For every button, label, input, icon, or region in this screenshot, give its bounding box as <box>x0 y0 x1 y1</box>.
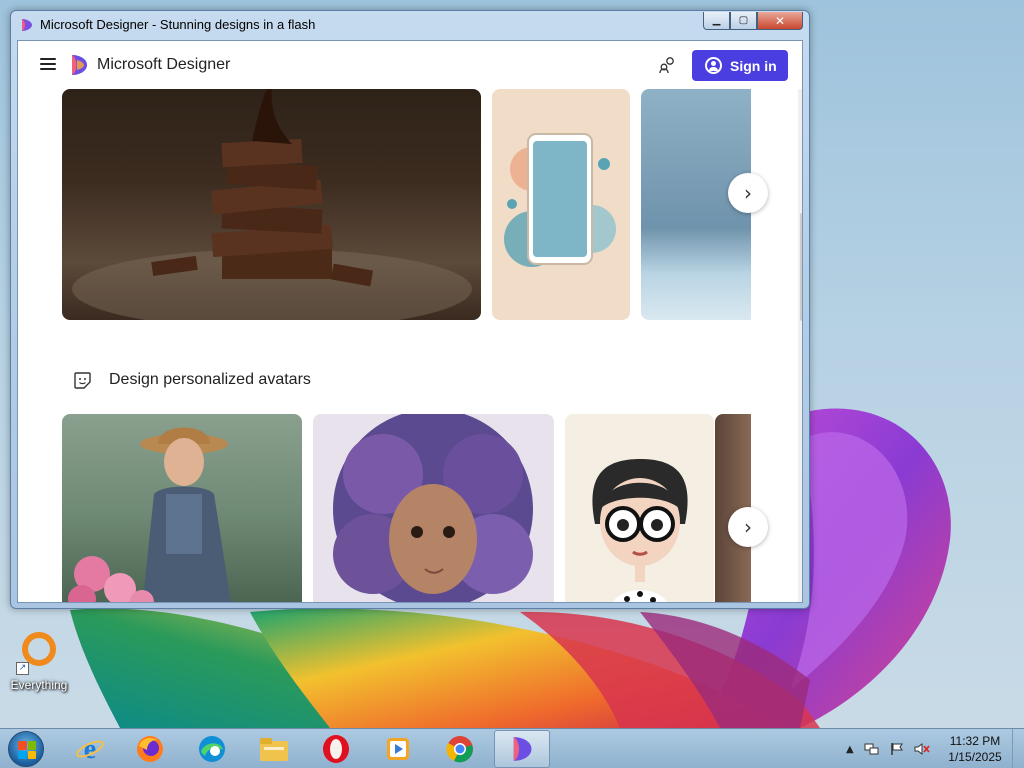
close-button[interactable]: ✕ <box>757 12 803 30</box>
media-player-icon[interactable] <box>370 730 426 768</box>
carousel-next-button-row2[interactable]: › <box>728 507 768 547</box>
shortcut-arrow-icon: ↗ <box>16 662 29 675</box>
scroll-down-arrow-icon[interactable]: ▼ <box>798 588 802 602</box>
window-titlebar[interactable]: Microsoft Designer - Stunning designs in… <box>11 11 809 39</box>
taskbar: e ▲ 11:32 PM 1/15/2025 <box>0 728 1024 768</box>
edge-icon[interactable] <box>184 730 240 768</box>
glasses-cartoon-avatar[interactable] <box>565 414 714 602</box>
desktop-icon-everything[interactable]: ↗ Everything <box>6 632 72 692</box>
page-viewport: Microsoft Designer Sign in › Design pers… <box>17 40 803 603</box>
gardener-woman-avatar[interactable] <box>62 414 302 602</box>
scroll-up-arrow-icon[interactable]: ▲ <box>798 89 802 105</box>
hamburger-menu-icon[interactable] <box>40 58 56 70</box>
system-clock[interactable]: 11:32 PM 1/15/2025 <box>942 733 1008 765</box>
action-center-flag-icon[interactable] <box>890 742 904 756</box>
everything-app-icon <box>22 632 56 666</box>
window-title: Microsoft Designer - Stunning designs in… <box>40 17 316 32</box>
windows-flag-icon <box>18 741 36 759</box>
designer-taskbar-icon[interactable] <box>494 730 550 768</box>
sign-in-button[interactable]: Sign in <box>692 50 788 81</box>
show-hidden-icons-arrow[interactable]: ▲ <box>846 744 854 755</box>
scrollbar-thumb[interactable] <box>800 213 802 321</box>
curly-hair-girl-avatar[interactable] <box>313 414 554 602</box>
people-chat-icon[interactable] <box>658 55 678 75</box>
show-desktop-button[interactable] <box>1012 729 1024 768</box>
sign-in-label: Sign in <box>730 57 777 74</box>
file-explorer-icon[interactable] <box>246 730 302 768</box>
gardener-illustration <box>68 427 231 602</box>
firefox-icon[interactable] <box>122 730 178 768</box>
network-icon[interactable] <box>864 742 880 756</box>
curly-hair-illustration <box>333 414 533 602</box>
app-header: Microsoft Designer Sign in <box>18 41 802 89</box>
internet-explorer-icon[interactable]: e <box>62 730 118 768</box>
brand-name: Microsoft Designer <box>97 56 231 73</box>
opera-icon[interactable] <box>308 730 364 768</box>
phone-illustration <box>504 133 616 267</box>
system-tray: ▲ <box>846 739 930 759</box>
clock-time: 11:32 PM <box>949 734 1001 748</box>
person-circle-icon <box>705 57 722 74</box>
maximize-button[interactable]: ▢ <box>730 12 757 30</box>
designer-window-icon <box>22 19 32 31</box>
svg-text:e: e <box>84 734 96 764</box>
desktop-icon-label: Everything <box>10 678 68 692</box>
clock-date: 1/15/2025 <box>948 750 1002 764</box>
section-title-avatars: Design personalized avatars <box>109 371 311 388</box>
designer-logo-icon <box>72 55 87 75</box>
volume-muted-icon[interactable] <box>914 742 930 756</box>
vertical-scrollbar[interactable]: ▲ ▼ <box>798 89 802 602</box>
glasses-cartoon-illustration <box>592 459 688 602</box>
chocolate-illustration <box>72 89 472 320</box>
chrome-icon[interactable] <box>432 730 488 768</box>
browser-window: Microsoft Designer - Stunning designs in… <box>10 10 810 609</box>
start-button[interactable] <box>8 731 44 767</box>
phone-illustration-image[interactable] <box>492 89 630 320</box>
sticker-icon <box>74 372 91 389</box>
carousel-next-button-row1[interactable]: › <box>728 173 768 213</box>
minimize-button[interactable]: ▁ <box>703 12 730 30</box>
chocolate-stack-image[interactable] <box>62 89 481 320</box>
